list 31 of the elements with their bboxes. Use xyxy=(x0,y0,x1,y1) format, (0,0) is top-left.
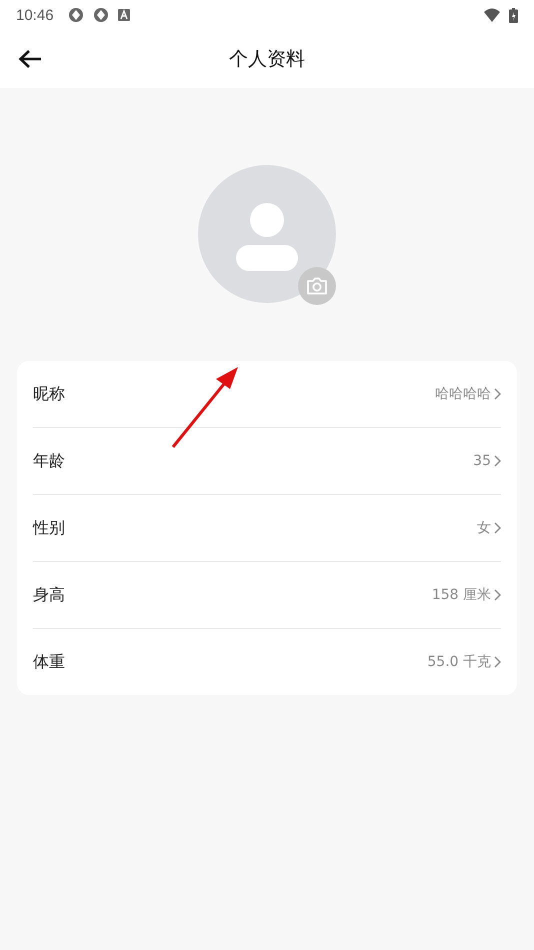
profile-row[interactable]: 身高 158 厘米 xyxy=(33,562,501,629)
aperture-icon xyxy=(68,7,84,23)
field-value: 女 xyxy=(477,519,491,537)
field-label: 体重 xyxy=(33,652,66,672)
back-arrow-icon xyxy=(18,49,42,69)
field-label: 年龄 xyxy=(33,450,66,472)
profile-row[interactable]: 年龄 35 xyxy=(33,428,501,495)
field-value: 35 xyxy=(473,453,491,469)
chevron-icon xyxy=(494,656,501,668)
field-label: 昵称 xyxy=(33,384,66,404)
field-label: 身高 xyxy=(33,584,66,606)
aperture-icon xyxy=(92,7,109,23)
profile-row[interactable]: 性别 女 xyxy=(33,495,501,562)
status-time: 10:46 xyxy=(16,6,54,24)
wifi-icon xyxy=(484,8,500,22)
camera-button[interactable] xyxy=(298,267,336,305)
chevron-icon xyxy=(494,455,501,467)
person-icon xyxy=(234,203,300,271)
field-value: 55.0 千克 xyxy=(427,653,491,671)
field-value: 哈哈哈哈 xyxy=(435,385,491,403)
camera-icon xyxy=(306,277,328,295)
back-button[interactable] xyxy=(18,49,42,69)
field-value: 158 厘米 xyxy=(432,586,491,604)
notification-icon xyxy=(118,9,130,21)
chevron-icon xyxy=(494,522,501,534)
chevron-icon xyxy=(494,388,501,400)
chevron-icon xyxy=(494,589,501,601)
battery-icon xyxy=(509,8,518,22)
field-label: 性别 xyxy=(33,518,66,538)
profile-row[interactable]: 体重 55.0 千克 xyxy=(33,629,501,695)
page-title: 个人资料 xyxy=(229,47,305,72)
